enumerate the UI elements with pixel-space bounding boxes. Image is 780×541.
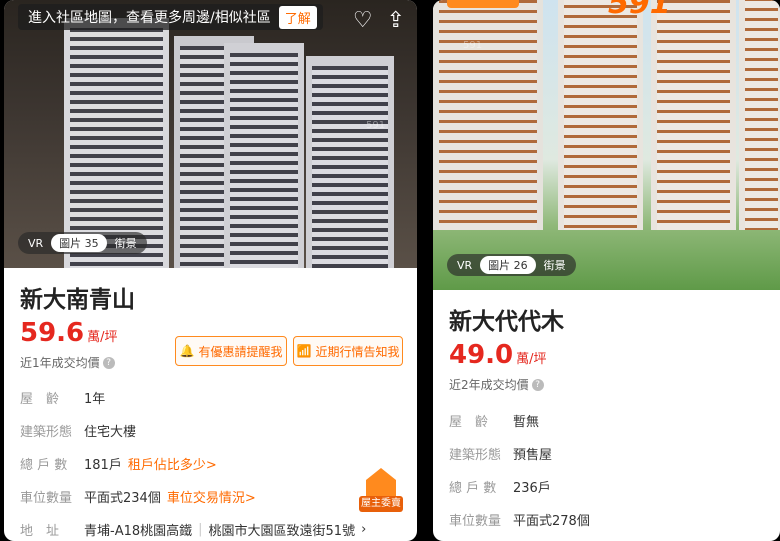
attr-label: 建築形態 (20, 425, 73, 440)
community-name[interactable]: 新大南青山 (20, 280, 135, 314)
attr-parking: 車位數量 平面式234個 車位交易情況> (20, 487, 256, 506)
address-station: 青埔-A18桃園高鐵 (84, 524, 193, 539)
attr-label: 建築形態 (449, 448, 502, 463)
vr-tab[interactable]: VR (28, 237, 43, 250)
map-banner-button[interactable]: 了解 (278, 5, 317, 29)
media-tabs: VR 圖片 26 街景 (447, 254, 576, 276)
community-card-left[interactable]: 591 進入社區地圖，查看更多周邊/相似社區 了解 ♡ ⇪ VR 圖片 35 街… (4, 0, 417, 541)
photos-tab[interactable]: 圖片 35 (51, 234, 107, 252)
attr-label: 屋 齡 (20, 392, 60, 407)
attr-address[interactable]: 地 址 青埔-A18桃園高鐵 | 桃園市大園區致遠街51號 › (20, 520, 366, 539)
vr-tab[interactable]: VR (457, 259, 472, 272)
attr-value: 預售屋 (513, 448, 553, 463)
divider: | (198, 522, 203, 537)
avg-price: 49.0 萬/坪 (449, 340, 547, 370)
attr-label: 車位數量 (449, 514, 502, 529)
community-map-banner[interactable]: 進入社區地圖，查看更多周邊/相似社區 了解 (18, 4, 323, 30)
offer-alert-button[interactable]: 🔔 有優惠請提醒我 (175, 336, 287, 366)
media-tabs: VR 圖片 35 街景 (18, 232, 147, 254)
price-note-text: 近2年成交均價 (449, 378, 529, 392)
street-view-tab[interactable]: 街景 (115, 235, 137, 251)
attr-parking: 車位數量 平面式278個 (449, 510, 590, 529)
price-note: 近2年成交均價 ? (449, 376, 544, 393)
attr-label: 總 戶 數 (20, 458, 68, 473)
question-icon[interactable]: ? (102, 356, 115, 369)
photos-tab[interactable]: 圖片 26 (480, 256, 536, 274)
price-value: 49.0 (449, 340, 514, 370)
price-note: 近1年成交均價 ? (20, 354, 115, 371)
attr-age: 屋 齡 1年 (20, 388, 105, 407)
building-illustration (651, 0, 736, 230)
building-illustration (224, 43, 304, 268)
attr-building-type: 建築形態 住宅大樓 (20, 421, 136, 440)
owner-sale-label: 屋主委賣 (359, 496, 403, 512)
attr-value: 平面式234個 (84, 491, 161, 506)
avg-price: 59.6 萬/坪 (20, 318, 118, 348)
attr-label: 總 戶 數 (449, 481, 497, 496)
heart-icon[interactable]: ♡ (353, 8, 373, 33)
tenant-ratio-link[interactable]: 租戶佔比多少> (128, 454, 217, 473)
attr-value: 平面式278個 (513, 514, 590, 529)
question-icon[interactable]: ? (531, 378, 544, 391)
attr-value: 181戶 (84, 458, 122, 473)
attr-value: 住宅大樓 (84, 425, 137, 440)
price-note-text: 近1年成交均價 (20, 356, 100, 370)
attr-label: 車位數量 (20, 491, 73, 506)
price-unit: 萬/坪 (87, 330, 118, 345)
attr-value: 236戶 (513, 481, 551, 496)
address-value: 桃園市大園區致遠街51號 (208, 524, 356, 539)
building-illustration (433, 0, 543, 230)
building-illustration (306, 56, 394, 268)
community-name[interactable]: 新大代代木 (449, 302, 564, 336)
attr-units: 總 戶 數 181戶 租戶佔比多少> (20, 454, 217, 473)
building-illustration (64, 18, 169, 268)
price-value: 59.6 (20, 318, 85, 348)
offer-alert-label: 有優惠請提醒我 (198, 344, 283, 359)
market-info-label: 近期行情告知我 (315, 344, 400, 359)
community-card-right[interactable]: 591 VR 圖片 26 街景 591 新大代代木 49.0 萬/坪 近2年成交… (433, 0, 780, 541)
photo-watermark: 591 (366, 120, 386, 131)
attr-value: 1年 (84, 392, 106, 407)
chevron-right-icon: › (361, 522, 367, 537)
map-banner-text: 進入社區地圖，查看更多周邊/相似社區 (28, 10, 271, 26)
building-illustration (739, 0, 780, 230)
house-icon (366, 468, 396, 498)
parking-trade-link[interactable]: 車位交易情況> (167, 487, 256, 506)
attr-building-type: 建築形態 預售屋 (449, 444, 552, 463)
attr-value: 暫無 (513, 415, 540, 430)
price-unit: 萬/坪 (516, 352, 547, 367)
promo-tab (447, 0, 519, 8)
attr-units: 總 戶 數 236戶 (449, 477, 551, 496)
community-photo[interactable]: 591 進入社區地圖，查看更多周邊/相似社區 了解 ♡ ⇪ VR 圖片 35 街… (4, 0, 417, 268)
attr-label: 屋 齡 (449, 415, 489, 430)
chart-icon: 📶 (296, 344, 312, 358)
share-icon[interactable]: ⇪ (387, 8, 405, 33)
attr-label: 地 址 (20, 524, 60, 539)
street-view-tab[interactable]: 街景 (544, 257, 566, 273)
building-illustration (558, 0, 643, 230)
bell-icon: 🔔 (179, 344, 195, 358)
attr-age: 屋 齡 暫無 (449, 411, 539, 430)
brand-logo: 591 (608, 0, 671, 21)
photo-watermark: 591 (463, 40, 483, 51)
community-photo[interactable]: 591 VR 圖片 26 街景 (433, 0, 780, 290)
market-info-button[interactable]: 📶 近期行情告知我 (293, 336, 403, 366)
owner-sale-badge[interactable]: 屋主委賣 (359, 468, 403, 516)
